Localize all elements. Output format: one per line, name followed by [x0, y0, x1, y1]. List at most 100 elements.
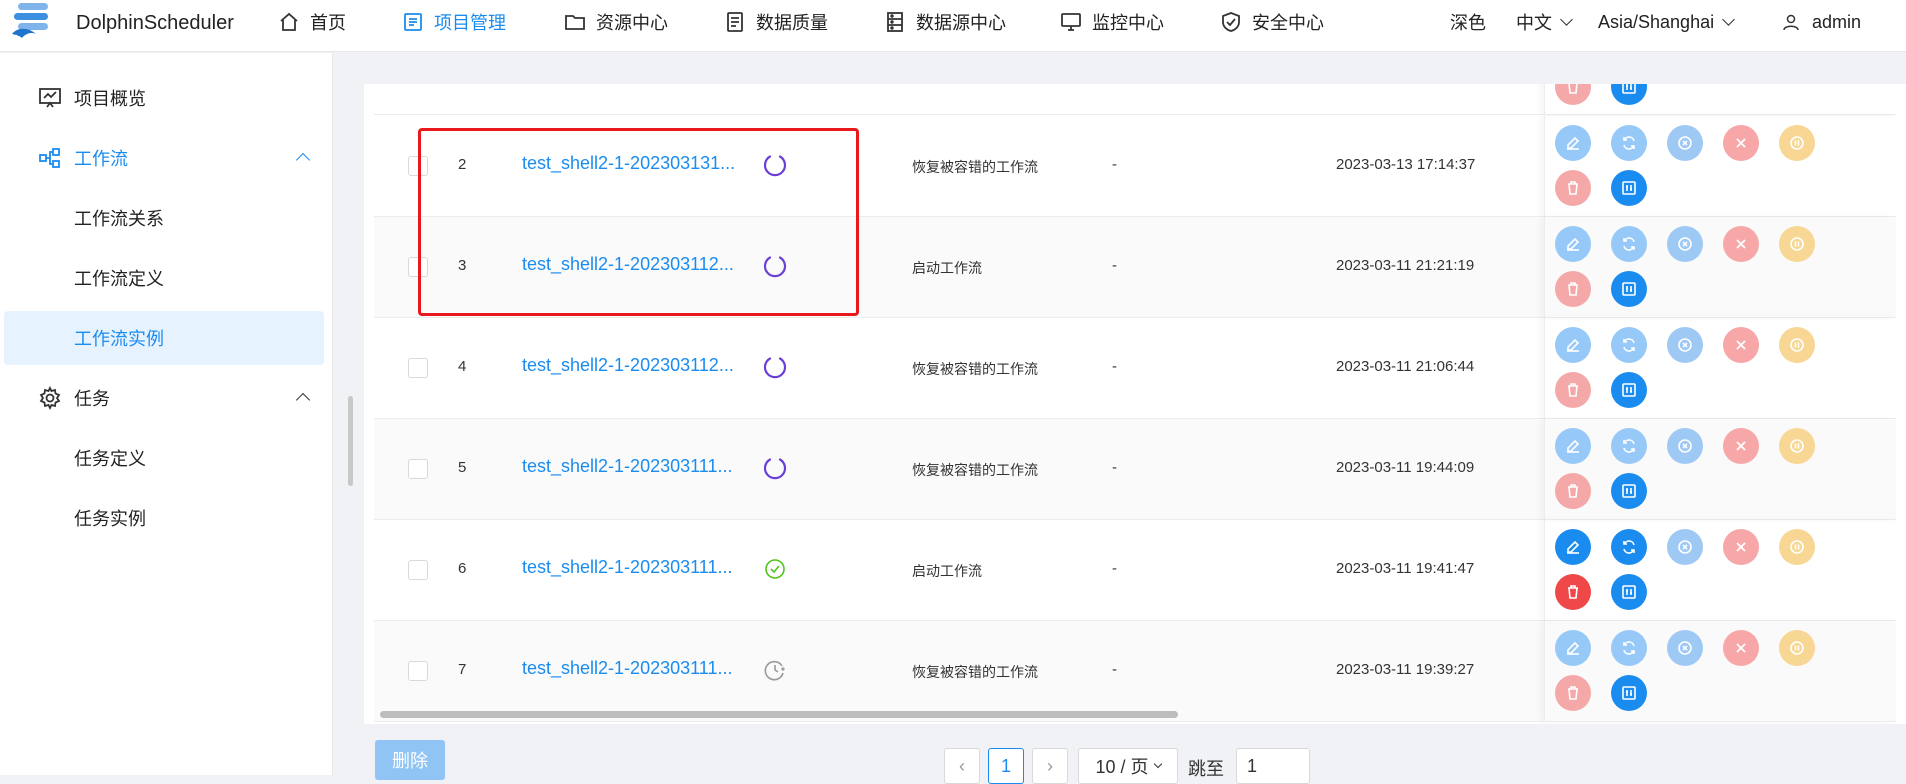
gantt-button[interactable]	[1611, 372, 1647, 408]
delete-selected-button[interactable]: 删除	[375, 740, 445, 780]
nav-monitor[interactable]: 监控中心	[1060, 0, 1164, 44]
run-type: 恢复被容错的工作流	[912, 159, 1038, 175]
instance-name-link[interactable]: test_shell2-1-202303112...	[522, 355, 734, 376]
sidebar-item-task-definition[interactable]: 任务定义	[4, 431, 324, 485]
gantt-button[interactable]	[1611, 170, 1647, 206]
edit-button[interactable]	[1555, 529, 1591, 565]
edit-button[interactable]	[1555, 125, 1591, 161]
highlight-box	[418, 128, 859, 316]
edit-button[interactable]	[1555, 226, 1591, 262]
delete-button[interactable]	[1555, 271, 1591, 307]
kill-button[interactable]	[1723, 529, 1759, 565]
kill-button[interactable]	[1723, 226, 1759, 262]
operations-cell	[1544, 318, 1896, 419]
rerun-button[interactable]	[1611, 630, 1647, 666]
pause-button[interactable]	[1779, 428, 1815, 464]
rerun-icon	[1620, 639, 1638, 657]
edit-button[interactable]	[1555, 630, 1591, 666]
stop-button[interactable]	[1667, 630, 1703, 666]
row-checkbox[interactable]	[408, 560, 428, 580]
host-value: -	[1112, 560, 1117, 577]
nav-data-quality[interactable]: 数据质量	[724, 0, 828, 44]
page-number-1[interactable]: 1	[988, 748, 1024, 784]
sidebar-item-workflow-relation[interactable]: 工作流关系	[4, 191, 324, 245]
edit-button[interactable]	[1555, 428, 1591, 464]
kill-button[interactable]	[1723, 327, 1759, 363]
delete-button[interactable]	[1555, 675, 1591, 711]
gantt-button[interactable]	[1611, 271, 1647, 307]
page-size-select[interactable]: 10 / 页	[1078, 748, 1178, 784]
row-checkbox[interactable]	[408, 661, 428, 681]
instance-name-link[interactable]: test_shell2-1-202303111...	[522, 557, 732, 578]
nav-security[interactable]: 安全中心	[1220, 0, 1324, 44]
gantt-button[interactable]	[1611, 574, 1647, 610]
pause-button[interactable]	[1779, 327, 1815, 363]
rerun-icon	[1620, 437, 1638, 455]
pause-button[interactable]	[1779, 529, 1815, 565]
next-page-button[interactable]: ›	[1032, 748, 1068, 784]
operations-cell	[1544, 116, 1896, 217]
nav-home[interactable]: 首页	[278, 0, 346, 44]
table-row: 7 test_shell2-1-202303111... 恢复被容错的工作流 - 202…	[374, 621, 1896, 722]
sidebar-item-workflow-definition[interactable]: 工作流定义	[4, 251, 324, 305]
prev-page-button[interactable]: ‹	[944, 748, 980, 784]
host-value: -	[1112, 257, 1117, 274]
row-checkbox[interactable]	[408, 358, 428, 378]
row-checkbox[interactable]	[408, 459, 428, 479]
pause-button[interactable]	[1779, 226, 1815, 262]
sidebar-item-workflow-instance[interactable]: 工作流实例	[4, 311, 324, 365]
rerun-button[interactable]	[1611, 327, 1647, 363]
sidebar-item-task-instance[interactable]: 任务实例	[4, 491, 324, 545]
kill-button[interactable]	[1723, 428, 1759, 464]
rerun-button[interactable]	[1611, 226, 1647, 262]
instance-name-link[interactable]: test_shell2-1-202303111...	[522, 658, 732, 679]
jump-input[interactable]: 1	[1236, 748, 1310, 784]
sidebar-scrollbar[interactable]	[348, 396, 353, 486]
nav-data-quality-label: 数据质量	[756, 13, 828, 33]
gantt-button[interactable]	[1611, 473, 1647, 509]
kill-button[interactable]	[1723, 630, 1759, 666]
sidebar-item-workflow[interactable]: 工作流	[4, 131, 324, 185]
user-menu[interactable]: admin	[1782, 0, 1861, 44]
nav-resource[interactable]: 资源中心	[564, 0, 668, 44]
stop-button[interactable]	[1667, 529, 1703, 565]
pause-button[interactable]	[1779, 125, 1815, 161]
delete-button[interactable]	[1555, 473, 1591, 509]
operations-cell	[1544, 217, 1896, 318]
operations-cell	[1544, 520, 1896, 621]
sidebar-item-overview[interactable]: 项目概览	[4, 71, 324, 125]
rerun-button[interactable]	[1611, 529, 1647, 565]
gantt-button[interactable]	[1611, 84, 1647, 105]
theme-toggle[interactable]: 深色	[1450, 0, 1486, 44]
delete-button[interactable]	[1555, 372, 1591, 408]
stop-button[interactable]	[1667, 226, 1703, 262]
logo[interactable]: DolphinScheduler	[8, 0, 234, 46]
horizontal-scrollbar[interactable]	[380, 711, 1178, 718]
language-select[interactable]: 中文	[1516, 0, 1573, 44]
timezone-select[interactable]: Asia/Shanghai	[1598, 0, 1735, 44]
rerun-icon	[1620, 235, 1638, 253]
nav-project[interactable]: 项目管理	[402, 0, 506, 44]
run-type: 启动工作流	[912, 260, 982, 276]
kill-button[interactable]	[1723, 125, 1759, 161]
nav-datasource[interactable]: 数据源中心	[884, 0, 1006, 44]
stop-icon	[1676, 538, 1694, 556]
pause-button[interactable]	[1779, 630, 1815, 666]
operations-cell	[1544, 621, 1896, 722]
instance-name-link[interactable]: test_shell2-1-202303111...	[522, 456, 732, 477]
delete-button[interactable]	[1555, 170, 1591, 206]
stop-button[interactable]	[1667, 428, 1703, 464]
gantt-button[interactable]	[1611, 675, 1647, 711]
sidebar-item-task[interactable]: 任务	[4, 371, 324, 425]
sidebar-item-label: 工作流实例	[74, 329, 164, 349]
rerun-button[interactable]	[1611, 125, 1647, 161]
stop-button[interactable]	[1667, 327, 1703, 363]
host-value: -	[1112, 459, 1117, 476]
edit-button[interactable]	[1555, 327, 1591, 363]
rerun-button[interactable]	[1611, 428, 1647, 464]
stop-icon	[1676, 336, 1694, 354]
stop-button[interactable]	[1667, 125, 1703, 161]
delete-button[interactable]	[1555, 574, 1591, 610]
delete-button[interactable]	[1555, 84, 1591, 105]
row-id: 5	[458, 459, 467, 476]
